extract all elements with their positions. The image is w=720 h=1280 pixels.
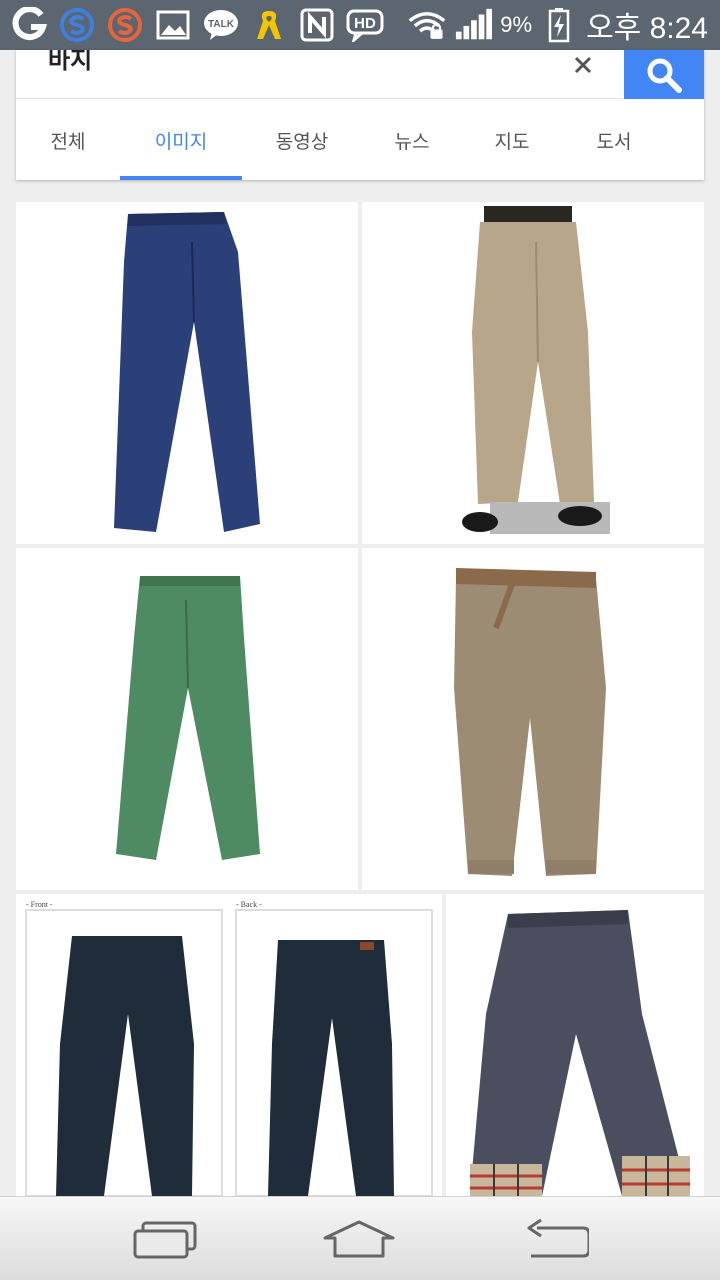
tab-images[interactable]: 이미지: [120, 100, 242, 180]
tab-news[interactable]: 뉴스: [362, 100, 462, 180]
signal-icon: [454, 6, 493, 44]
tab-videos[interactable]: 동영상: [242, 100, 362, 180]
front-caption: - Front -: [26, 900, 53, 909]
g-app-icon: [10, 6, 48, 44]
beige-belted-pants-image: [454, 568, 606, 876]
dark-jeans-image: [25, 909, 433, 1196]
gallery-icon: [154, 6, 192, 44]
battery-percent: 9%: [500, 12, 533, 37]
tab-all[interactable]: 전체: [16, 100, 120, 180]
image-result-dark-jeans[interactable]: - Front - - Back -: [16, 894, 442, 1196]
notification-icons: TALK HD: [10, 6, 384, 44]
navy-pants-image: [114, 212, 260, 532]
wifi-icon: [408, 6, 446, 44]
recent-apps-button[interactable]: [120, 1211, 210, 1267]
image-result-beige-belted-pants[interactable]: [362, 548, 704, 890]
hd-voice-icon: HD: [346, 6, 384, 44]
tab-maps[interactable]: 지도: [462, 100, 562, 180]
s-blue-icon: [58, 6, 96, 44]
image-result-kids-jeans[interactable]: [446, 894, 704, 1196]
s-orange-icon: [106, 6, 144, 44]
status-bar: TALK HD 9% 오후 8:24: [0, 0, 720, 50]
search-button[interactable]: [624, 50, 704, 99]
search-tabs: 전체 이미지 동영상 뉴스 지도 도서: [16, 100, 704, 180]
home-icon: [323, 1220, 395, 1258]
search-bar: 바지: [16, 50, 704, 99]
home-button[interactable]: [314, 1211, 404, 1267]
svg-text:TALK: TALK: [208, 19, 235, 30]
close-icon: [574, 56, 592, 74]
search-icon: [647, 58, 682, 93]
search-card: 바지 전체 이미지 동영상 뉴스 지도 도서: [16, 50, 704, 180]
nfc-icon: [298, 6, 336, 44]
search-input[interactable]: 바지: [48, 50, 92, 72]
khaki-chinos-image: [462, 206, 610, 534]
system-status: 9% 오후 8:24: [408, 6, 708, 45]
image-result-khaki-chinos[interactable]: [362, 202, 704, 544]
kakaotalk-icon: TALK: [202, 6, 240, 44]
clear-search-button[interactable]: [568, 50, 598, 80]
active-tab-indicator: [120, 176, 242, 180]
svg-text:HD: HD: [354, 15, 376, 32]
yellow-ribbon-icon: [250, 6, 288, 44]
kids-jeans-image: [470, 910, 690, 1196]
back-caption: - Back -: [236, 900, 262, 909]
navigation-bar: [0, 1196, 720, 1280]
recent-apps-icon: [133, 1221, 197, 1259]
image-result-green-pants[interactable]: [16, 548, 358, 890]
image-result-navy-pants[interactable]: [16, 202, 358, 544]
back-icon: [527, 1218, 589, 1258]
clock: 오후 8:24: [586, 12, 708, 45]
tab-books[interactable]: 도서: [562, 100, 666, 180]
battery-charging-icon: [540, 6, 578, 44]
green-pants-image: [116, 576, 260, 860]
back-button[interactable]: [508, 1211, 598, 1267]
